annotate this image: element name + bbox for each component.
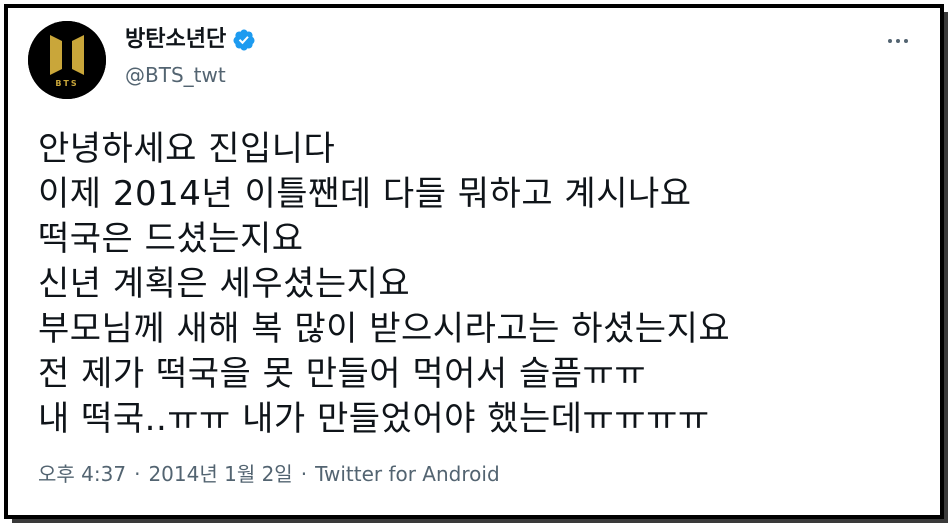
- tweet-line: 떡국은 드셨는지요: [38, 219, 304, 259]
- more-dot-icon: [904, 39, 908, 43]
- more-options-button[interactable]: [882, 28, 914, 54]
- tweet-meta: 오후 4:37 · 2014년 1월 2일 · Twitter for Android: [38, 460, 500, 488]
- tweet-source-link[interactable]: Twitter for Android: [315, 462, 500, 486]
- tweet-time: 오후 4:37: [38, 462, 127, 486]
- meta-separator: ·: [300, 462, 308, 486]
- author-name[interactable]: 방탄소년단: [125, 26, 256, 54]
- tweet-line: 전 제가 떡국을 못 만들어 먹어서 슬픔ㅠㅠ: [38, 354, 647, 394]
- more-dot-icon: [888, 39, 892, 43]
- tweet-date: 2014년 1월 2일: [148, 462, 293, 486]
- tweet-line: 신년 계획은 세우셨는지요: [38, 264, 411, 304]
- tweet-time-link[interactable]: 오후 4:37 · 2014년 1월 2일: [38, 462, 293, 486]
- author-handle[interactable]: @BTS_twt: [125, 62, 226, 88]
- tweet-line: 안녕하세요 진입니다: [38, 129, 336, 169]
- verified-badge-icon: [233, 29, 255, 51]
- author-display-name[interactable]: 방탄소년단: [125, 26, 226, 54]
- bts-logo-icon: BTS: [28, 21, 106, 99]
- more-dot-icon: [896, 39, 900, 43]
- tweet-card: BTS 방탄소년단 @BTS_twt 안녕하세요 진입니다 이제 2014년 이…: [4, 4, 944, 519]
- tweet-line: 내 떡국..ㅠㅠ 내가 만들었어야 했는데ㅠㅠㅠㅠ: [38, 399, 710, 439]
- meta-separator: ·: [134, 462, 141, 486]
- avatar-logo-text: BTS: [55, 79, 78, 88]
- avatar[interactable]: BTS: [28, 21, 106, 99]
- tweet-line: 이제 2014년 이틀짼데 다들 뭐하고 계시나요: [38, 174, 692, 214]
- tweet-line: 부모님께 새해 복 많이 받으시라고는 하셨는지요: [38, 309, 731, 349]
- tweet-text: 안녕하세요 진입니다 이제 2014년 이틀짼데 다들 뭐하고 계시나요 떡국은…: [38, 127, 918, 442]
